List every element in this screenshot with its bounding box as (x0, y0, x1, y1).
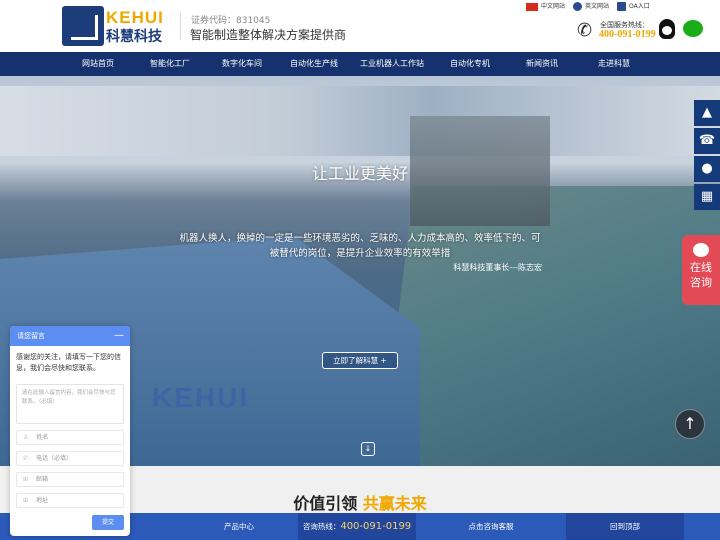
placeholder: 电话（必填） (36, 455, 73, 462)
qq-icon[interactable] (659, 19, 675, 39)
logo-icon[interactable] (62, 6, 104, 46)
placeholder: 地址 (36, 497, 49, 504)
submit-button[interactable]: 提交 (92, 515, 124, 530)
online-consult-button[interactable]: 在线 咨询 (682, 235, 720, 305)
link-oa[interactable]: OA入口 (617, 1, 650, 11)
main-nav: 网站首页 智能化工厂 数字化车间 自动化生产线 工业机器人工作站 自动化专机 新… (0, 52, 720, 76)
wechat-icon[interactable] (683, 20, 703, 37)
link-label: 中文网站 (541, 3, 566, 11)
link-english[interactable]: 英文网站 (573, 1, 609, 11)
hero-title: 让工业更美好 (311, 164, 408, 183)
nav-news[interactable]: 新闻资讯 (506, 52, 578, 76)
hero-logo: KEHUI (152, 382, 250, 413)
phone-icon: ✆ (23, 455, 29, 462)
link-label: OA入口 (629, 3, 650, 10)
bottom-service[interactable]: 点击咨询客服 (416, 513, 566, 540)
stock-code: 证券代码：831045 (191, 16, 271, 26)
brand-en[interactable]: KEHUI (106, 8, 164, 28)
user-icon: ♙ (23, 434, 29, 441)
chat-bubble-icon (693, 243, 709, 257)
brand-cn[interactable]: 科慧科技 (106, 26, 162, 46)
email-field[interactable]: ⊞ 邮箱 (16, 472, 124, 487)
hotline-number: 400-091-0199 (340, 521, 412, 532)
title-part-a: 价值引领 (293, 494, 358, 513)
china-flag-icon (526, 2, 538, 11)
chat-intro: 感谢您的关注，请填写一下您的信息，我们会尽快和您联系。 (16, 353, 121, 372)
placeholder: 邮箱 (36, 476, 49, 483)
scroll-down-icon[interactable]: ↓ (361, 442, 375, 456)
address-field[interactable]: ⊞ 地址 (16, 493, 124, 508)
factory-wall (0, 86, 720, 156)
nav-home[interactable]: 网站首页 (62, 52, 134, 76)
hotline-label: 咨询热线： (302, 522, 341, 531)
link-label: 英文网站 (585, 3, 610, 10)
consult-label: 咨询 (690, 276, 712, 289)
bottom-products[interactable]: 产品中心 (180, 513, 298, 540)
nav-special-machine[interactable]: 自动化专机 (434, 52, 506, 76)
side-toolbar: ▲ ☎ ● ▦ (694, 100, 720, 212)
phone-icon: ✆ (577, 20, 593, 41)
nav-digital-workshop[interactable]: 数字化车间 (206, 52, 278, 76)
chat-title: 请您留言 (17, 332, 45, 340)
email-icon: ⊞ (23, 476, 29, 483)
divider (180, 12, 181, 40)
learn-more-button[interactable]: 立即了解科慧 + (322, 352, 398, 369)
hotline-number: 400-091-0199 (599, 29, 656, 40)
factory-floor (380, 186, 720, 466)
minimize-icon[interactable]: — (114, 326, 124, 346)
qrcode-icon[interactable]: ▦ (694, 184, 720, 210)
oa-icon (617, 2, 627, 11)
hero-text: 机器人换人，换掉的一定是一些环境恶劣的、乏味的、人力成本高的、效率低下的、可被替… (179, 233, 541, 259)
online-label: 在线 (690, 261, 712, 274)
bottom-top[interactable]: 回到顶部 (566, 513, 684, 540)
phone-field[interactable]: ✆ 电话（必填） (16, 451, 124, 466)
bottom-spacer (684, 513, 720, 540)
nav-automation-line[interactable]: 自动化生产线 (278, 52, 350, 76)
message-textarea[interactable]: 请在此输入留言内容，我们会尽快与您联系。（必填） (16, 384, 124, 424)
back-to-top-icon[interactable]: ↑ (675, 409, 705, 439)
header: KEHUI 科慧科技 证券代码：831045 智能制造整体解决方案提供商 中文网… (0, 0, 720, 52)
top-icon[interactable]: ▲ (694, 100, 720, 126)
hero-author: 科慧科技董事长---陈志宏 (453, 263, 542, 272)
bottom-hotline[interactable]: 咨询热线：400-091-0199 (298, 513, 416, 540)
phone-icon[interactable]: ☎ (694, 128, 720, 154)
title-part-b: 共赢未来 (362, 494, 427, 513)
slogan: 智能制造整体解决方案提供商 (190, 28, 347, 42)
link-chinese[interactable]: 中文网站 (526, 1, 565, 11)
message-widget: 请您留言 — 感谢您的关注，请填写一下您的信息，我们会尽快和您联系。 请在此输入留… (10, 326, 130, 536)
placeholder: 姓名 (36, 434, 49, 441)
nav-smart-factory[interactable]: 智能化工厂 (134, 52, 206, 76)
chat-header: 请您留言 — (10, 326, 130, 346)
qq-icon[interactable]: ● (694, 156, 720, 182)
address-icon: ⊞ (23, 497, 29, 504)
globe-icon (573, 2, 583, 11)
nav-robot-station[interactable]: 工业机器人工作站 (350, 52, 434, 76)
top-links: 中文网站 英文网站 OA入口 (526, 1, 650, 11)
name-field[interactable]: ♙ 姓名 (16, 430, 124, 445)
nav-about[interactable]: 走进科慧 (578, 52, 650, 76)
